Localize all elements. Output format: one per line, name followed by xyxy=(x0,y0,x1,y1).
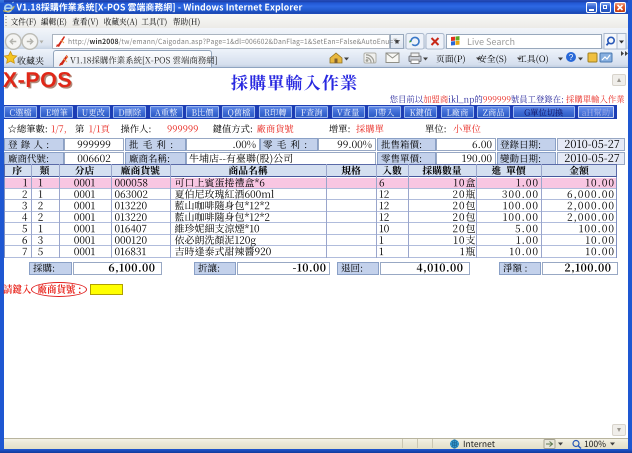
svg-text:?: ? xyxy=(569,53,574,62)
